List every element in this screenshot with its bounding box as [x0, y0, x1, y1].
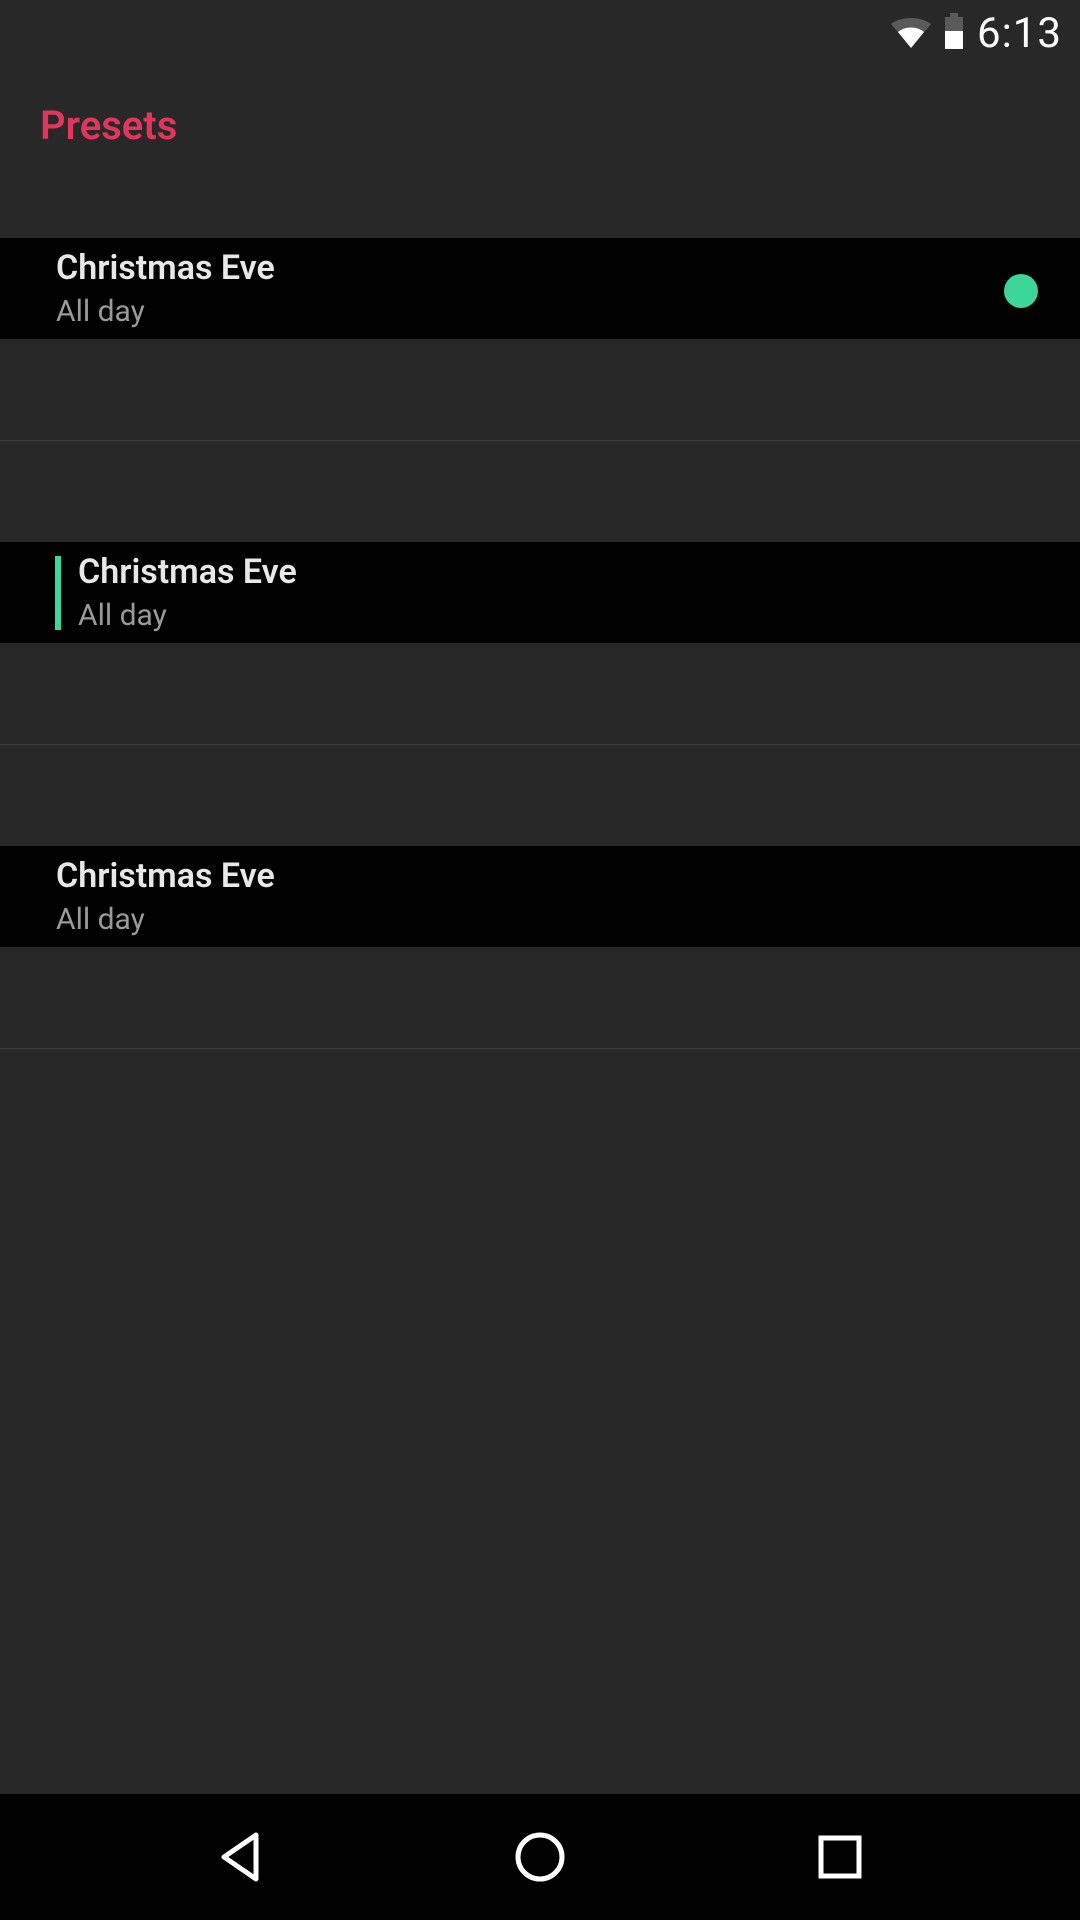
- preset-title: Christmas Eve: [78, 552, 297, 592]
- navigation-bar: [0, 1794, 1080, 1920]
- status-time: 6:13: [977, 9, 1062, 58]
- active-indicator-icon: [1004, 274, 1038, 308]
- preset-title: Christmas Eve: [56, 248, 275, 288]
- header: Presets: [0, 66, 1080, 238]
- spacer: [0, 339, 1080, 441]
- home-button[interactable]: [505, 1822, 575, 1892]
- preset-list: Christmas Eve All day Christmas Eve All …: [0, 238, 1080, 1049]
- spacer: [0, 745, 1080, 846]
- preset-title: Christmas Eve: [56, 856, 275, 896]
- status-bar: 6:13: [0, 0, 1080, 66]
- preset-item[interactable]: Christmas Eve All day: [0, 542, 1080, 643]
- spacer: [0, 441, 1080, 542]
- preset-subtitle: All day: [56, 902, 275, 937]
- back-button[interactable]: [205, 1822, 275, 1892]
- preset-subtitle: All day: [56, 294, 275, 329]
- spacer: [0, 643, 1080, 745]
- preset-subtitle: All day: [78, 598, 297, 633]
- wifi-icon: [891, 14, 931, 52]
- recents-button[interactable]: [805, 1822, 875, 1892]
- selection-bar-icon: [55, 556, 61, 630]
- spacer: [0, 947, 1080, 1049]
- back-triangle-icon: [216, 1831, 264, 1883]
- preset-item[interactable]: Christmas Eve All day: [0, 846, 1080, 947]
- home-circle-icon: [513, 1830, 567, 1884]
- page-title: Presets: [40, 102, 1040, 149]
- preset-item[interactable]: Christmas Eve All day: [0, 238, 1080, 339]
- recents-square-icon: [817, 1834, 863, 1880]
- battery-icon: [943, 13, 965, 53]
